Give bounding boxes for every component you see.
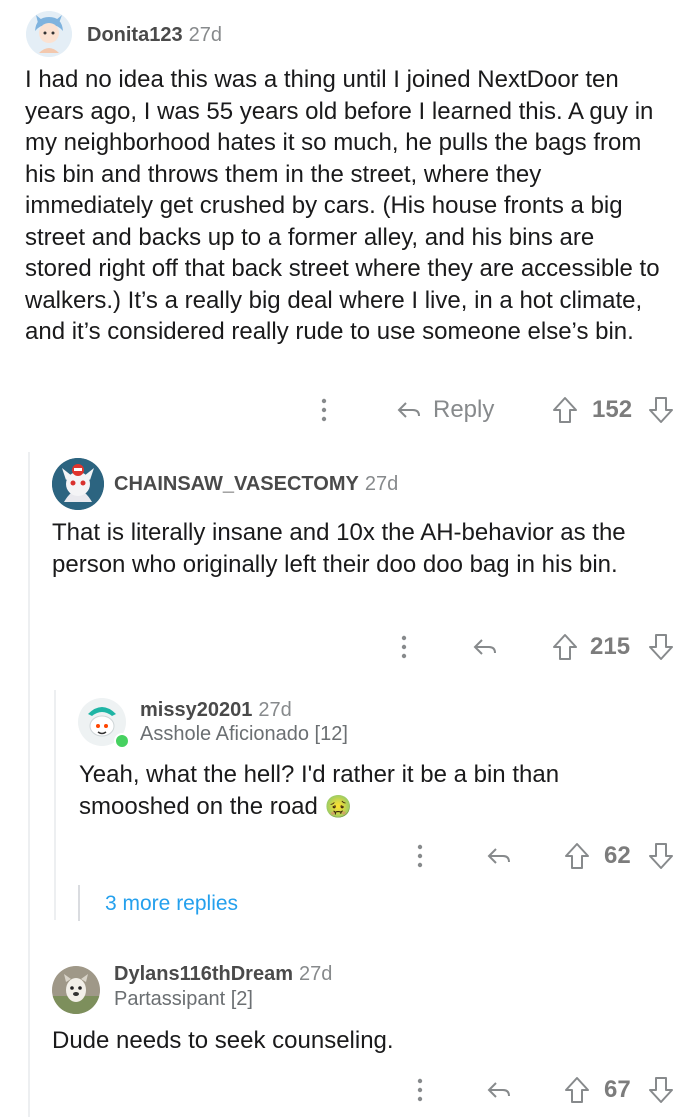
username[interactable]: Dylans116thDream: [114, 963, 293, 986]
more-options-icon[interactable]: [416, 843, 424, 869]
comment-header: missy20201 27d: [140, 697, 292, 723]
more-options-icon[interactable]: [400, 634, 408, 660]
comment-body: Yeah, what the hell? I'd rather it be a …: [79, 759, 669, 823]
upvote-arrow-icon[interactable]: [552, 633, 578, 661]
avatar[interactable]: [52, 458, 104, 510]
user-flair: Asshole Aficionado [12]: [140, 723, 348, 745]
avatar[interactable]: [26, 11, 72, 57]
comment-actions: 67: [310, 1070, 680, 1110]
username[interactable]: CHAINSAW_VASECTOMY: [114, 473, 359, 496]
reply-arrow-icon[interactable]: [486, 846, 512, 866]
comment-header: Donita123 27d: [87, 22, 222, 48]
username[interactable]: Donita123: [87, 24, 183, 47]
downvote-arrow-icon[interactable]: [648, 396, 674, 424]
timestamp: 27d: [298, 962, 333, 985]
comment-body: Dude needs to seek counseling.: [52, 1027, 394, 1054]
comment-header: CHAINSAW_VASECTOMY 27d: [114, 471, 398, 497]
timestamp: 27d: [258, 698, 292, 721]
online-status-icon: [114, 733, 130, 749]
reply-arrow-icon[interactable]: [472, 637, 498, 657]
user-flair: Partassipant [2]: [114, 988, 253, 1010]
vote-score: 62: [604, 842, 631, 869]
thread-line-level1[interactable]: [28, 452, 30, 1117]
vote-score: 152: [592, 396, 633, 423]
comment-actions: 62: [310, 836, 680, 876]
upvote-arrow-icon[interactable]: [564, 1076, 590, 1104]
comment-body: I had no idea this was a thing until I j…: [25, 66, 660, 345]
comment-header: Dylans116thDream 27d: [114, 961, 332, 987]
thread-line-level3[interactable]: [78, 885, 80, 921]
comment-actions: 215: [310, 627, 680, 667]
reply-arrow-icon[interactable]: [396, 400, 422, 420]
vote-score: 215: [590, 633, 631, 660]
reply-button[interactable]: Reply: [433, 396, 494, 424]
more-options-icon[interactable]: [416, 1077, 424, 1103]
upvote-arrow-icon[interactable]: [564, 842, 590, 870]
upvote-arrow-icon[interactable]: [552, 396, 578, 424]
downvote-arrow-icon[interactable]: [648, 1076, 674, 1104]
downvote-arrow-icon[interactable]: [648, 842, 674, 870]
vote-score: 67: [604, 1076, 631, 1103]
reply-arrow-icon[interactable]: [486, 1080, 512, 1100]
timestamp: 27d: [364, 472, 399, 495]
thread-line-level2[interactable]: [54, 690, 56, 920]
timestamp: 27d: [188, 23, 222, 46]
username[interactable]: missy20201: [140, 699, 252, 722]
comment-actions: Reply 152: [310, 390, 680, 430]
comment-body: That is literally insane and 10x the AH-…: [52, 519, 626, 578]
more-options-icon[interactable]: [320, 397, 328, 423]
nauseated-emoji-icon: 🤢: [324, 794, 352, 820]
more-replies-link[interactable]: 3 more replies: [105, 892, 238, 916]
downvote-arrow-icon[interactable]: [648, 633, 674, 661]
comment-text: Yeah, what the hell? I'd rather it be a …: [79, 761, 560, 820]
comment-thread: { "comments": [ { "username": "Donita123…: [0, 0, 700, 1117]
avatar[interactable]: [52, 966, 100, 1014]
